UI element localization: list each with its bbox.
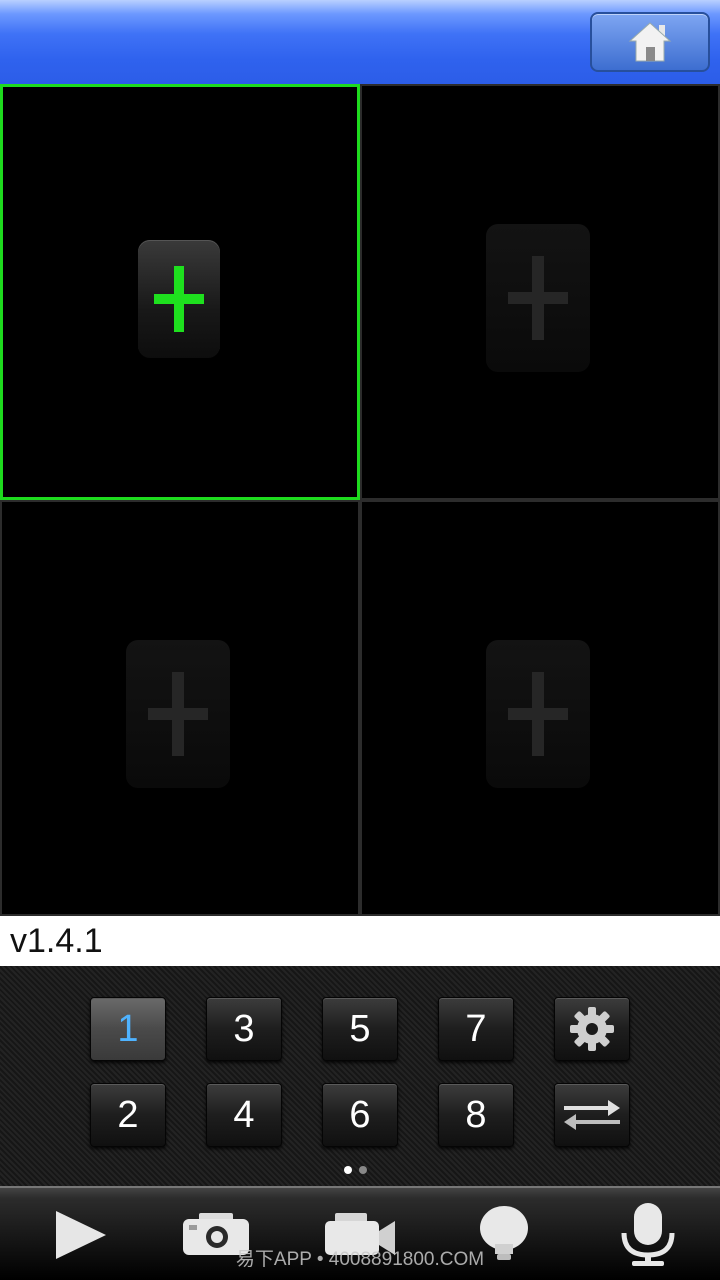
video-grid [0, 84, 720, 916]
channel-button-2[interactable]: 2 [90, 1083, 166, 1147]
camera-icon [183, 1213, 249, 1255]
talk-button[interactable] [576, 1188, 720, 1280]
top-bar [0, 0, 720, 84]
add-device-button[interactable] [486, 640, 590, 788]
switch-view-button[interactable] [554, 1083, 630, 1147]
add-icon [508, 672, 568, 756]
video-cell-2[interactable] [360, 84, 720, 500]
channel-button-1[interactable]: 1 [90, 997, 166, 1061]
video-cell-3[interactable] [0, 500, 360, 916]
home-button[interactable] [590, 12, 710, 72]
bottom-toolbar [0, 1186, 720, 1280]
channel-button-3[interactable]: 3 [206, 997, 282, 1061]
light-button[interactable] [432, 1188, 576, 1280]
play-button[interactable] [8, 1188, 152, 1280]
add-device-button[interactable] [486, 224, 590, 372]
record-button[interactable] [288, 1188, 432, 1280]
microphone-icon [621, 1203, 675, 1266]
add-icon [154, 266, 204, 332]
add-device-button[interactable] [138, 240, 220, 358]
switch-arrows-icon [564, 1100, 620, 1130]
channel-button-4[interactable]: 4 [206, 1083, 282, 1147]
add-icon [148, 672, 208, 756]
channel-button-8[interactable]: 8 [438, 1083, 514, 1147]
video-camera-icon [325, 1213, 395, 1255]
add-icon [508, 256, 568, 340]
play-icon [56, 1211, 106, 1259]
page-dot-1[interactable] [344, 1166, 352, 1174]
channel-button-6[interactable]: 6 [322, 1083, 398, 1147]
channel-button-5[interactable]: 5 [322, 997, 398, 1061]
home-icon [628, 22, 672, 62]
snapshot-button[interactable] [144, 1188, 288, 1280]
video-cell-4[interactable] [360, 500, 720, 916]
page-dot-2[interactable] [359, 1166, 367, 1174]
channel-button-7[interactable]: 7 [438, 997, 514, 1061]
add-device-button[interactable] [126, 640, 230, 788]
settings-button[interactable] [554, 997, 630, 1061]
light-bulb-icon [480, 1206, 528, 1260]
video-cell-1[interactable] [0, 84, 360, 500]
page-indicator [344, 1166, 367, 1174]
version-bar: v1.4.1 [0, 916, 720, 966]
gear-icon [570, 1007, 614, 1051]
version-label: v1.4.1 [10, 921, 103, 960]
